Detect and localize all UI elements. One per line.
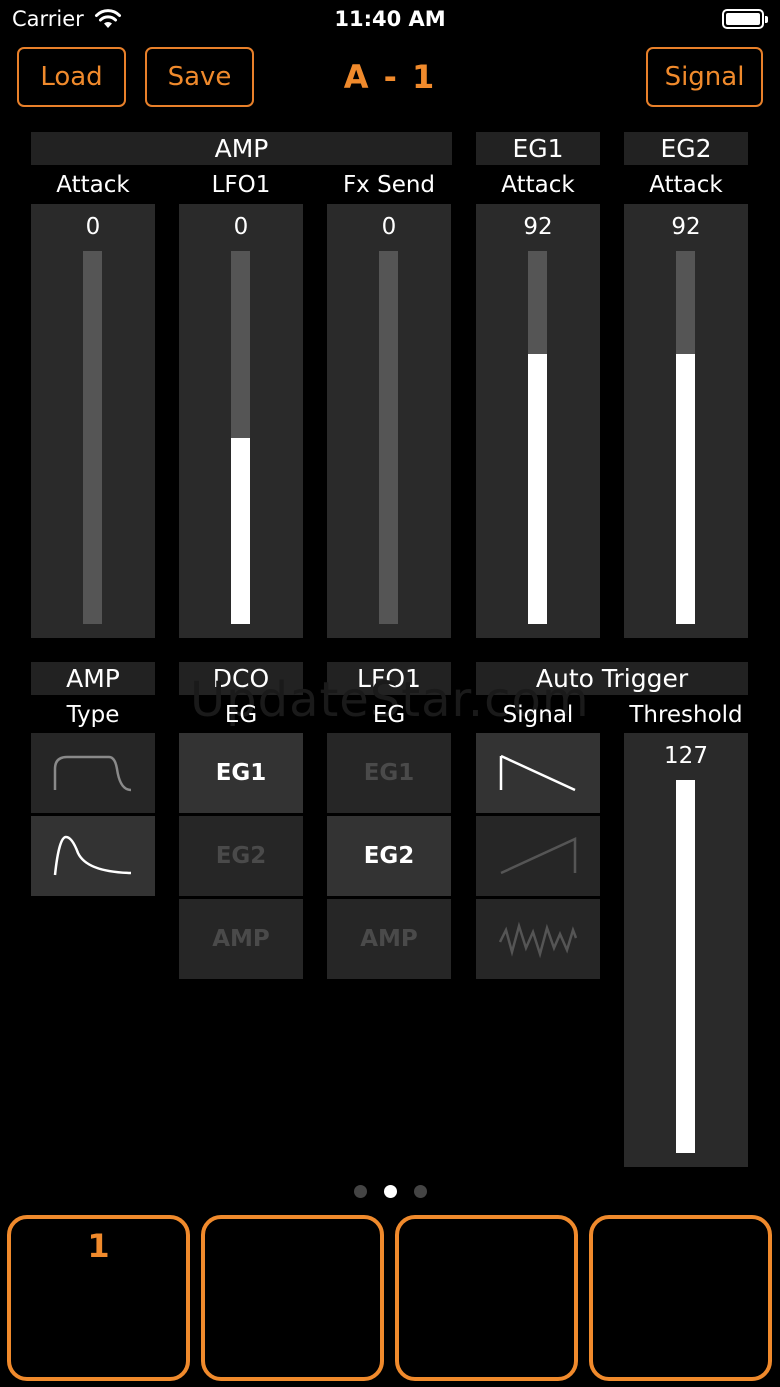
page-dot-2[interactable] <box>384 1185 397 1198</box>
signal-saw-up-option[interactable] <box>476 816 600 896</box>
dco-amp-option[interactable]: AMP <box>179 899 303 979</box>
amp-type-gate-option[interactable] <box>31 733 155 813</box>
slider-level <box>231 437 250 624</box>
eg2-attack-slider[interactable]: 92 <box>624 204 748 638</box>
slider-value: 127 <box>664 743 708 769</box>
noise-wave-icon <box>498 921 578 959</box>
signal-label: Signal <box>502 702 574 728</box>
threshold-slider[interactable]: 127 <box>624 733 748 1167</box>
lfo1-amp-option[interactable]: AMP <box>327 899 451 979</box>
eg2-group-header: EG2 <box>624 132 748 165</box>
slider-level <box>528 353 547 624</box>
pad-2[interactable] <box>201 1215 384 1381</box>
signal-saw-down-option[interactable] <box>476 733 600 813</box>
pad-4[interactable] <box>589 1215 772 1381</box>
clock: 11:40 AM <box>334 7 446 31</box>
slider-track[interactable] <box>379 251 398 624</box>
gate-envelope-icon <box>53 755 132 792</box>
slider-track[interactable] <box>83 251 102 624</box>
eg1-group-header: EG1 <box>476 132 600 165</box>
saw-up-wave-icon <box>500 837 577 875</box>
slider-value: 92 <box>523 214 553 240</box>
dco-eg-label: EG <box>224 702 258 728</box>
saw-down-wave-icon <box>499 754 576 792</box>
amp-type-label: Type <box>66 702 120 728</box>
battery-icon <box>722 9 768 29</box>
lfo1-eg2-option[interactable]: EG2 <box>327 816 451 896</box>
threshold-label: Threshold <box>629 702 743 728</box>
pad-number: 1 <box>87 1227 110 1265</box>
slider-level <box>676 353 695 624</box>
signal-button[interactable]: Signal <box>646 47 763 107</box>
slider-value: 0 <box>85 214 101 240</box>
page-dot-3[interactable] <box>414 1185 427 1198</box>
dco-eg1-option[interactable]: EG1 <box>179 733 303 813</box>
dco-eg2-option[interactable]: EG2 <box>179 816 303 896</box>
slider-level <box>676 780 695 1153</box>
slider-track[interactable] <box>231 251 250 624</box>
amp-lfo1-label: LFO1 <box>211 172 271 198</box>
pad-1[interactable]: 1 <box>7 1215 190 1381</box>
amp-type-group-header: AMP <box>31 662 155 695</box>
amp-attack-label: Attack <box>56 172 130 198</box>
signal-noise-option[interactable] <box>476 899 600 979</box>
slider-track[interactable] <box>676 780 695 1153</box>
page-dot-1[interactable] <box>354 1185 367 1198</box>
slider-track[interactable] <box>676 251 695 624</box>
amp-group-header: AMP <box>31 132 452 165</box>
eg1-attack-label: Attack <box>501 172 575 198</box>
amp-fx-send-slider[interactable]: 0 <box>327 204 451 638</box>
amp-attack-slider[interactable]: 0 <box>31 204 155 638</box>
amp-lfo1-slider[interactable]: 0 <box>179 204 303 638</box>
amp-type-decay-option[interactable] <box>31 816 155 896</box>
slider-value: 0 <box>381 214 397 240</box>
eg1-attack-slider[interactable]: 92 <box>476 204 600 638</box>
pad-3[interactable] <box>395 1215 578 1381</box>
eg2-attack-label: Attack <box>649 172 723 198</box>
decay-envelope-icon <box>53 835 132 876</box>
slider-value: 92 <box>671 214 701 240</box>
status-bar: Carrier 11:40 AM <box>0 0 780 40</box>
lfo1-eg1-option[interactable]: EG1 <box>327 733 451 813</box>
amp-fx-send-label: Fx Send <box>342 172 436 198</box>
slider-track[interactable] <box>528 251 547 624</box>
slider-value: 0 <box>233 214 249 240</box>
lfo1-eg-label: EG <box>372 702 406 728</box>
